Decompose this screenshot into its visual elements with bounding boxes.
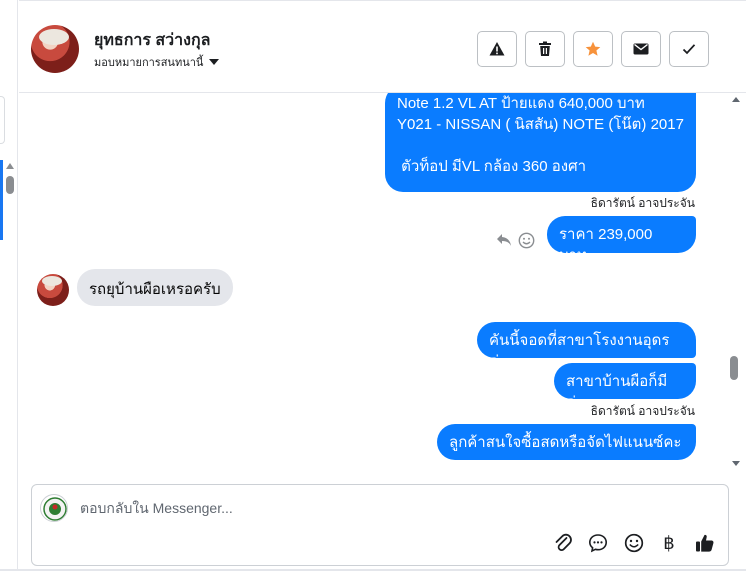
emoji-icon	[624, 533, 644, 553]
contact-avatar-small[interactable]	[37, 274, 69, 306]
sender-name: ธิดารัตน์ อาจประจัน	[590, 404, 695, 418]
emoji-button[interactable]	[622, 531, 646, 555]
scrollbar-thumb[interactable]	[730, 356, 738, 380]
page-avatar	[40, 494, 68, 522]
contact-avatar[interactable]	[31, 25, 79, 73]
reply-input[interactable]	[78, 495, 678, 521]
react-emoji-icon[interactable]	[518, 232, 535, 249]
caret-down-icon	[209, 59, 220, 65]
message-bubble-outgoing[interactable]: ลูกค้าสนใจซื้อสดหรือจัดไฟแนนซ์คะ	[437, 424, 696, 460]
sender-name: ธิดารัตน์ อาจประจัน	[590, 196, 695, 210]
contact-name[interactable]: ยุทธการ สว่างกุล	[94, 28, 210, 53]
message-bubble-outgoing[interactable]: สาขาบ้านผือก็มีค่ะ	[554, 363, 696, 411]
message-bubble-outgoing[interactable]: คันนี้จอดที่สาขาโรงงานอุดรค่ะ	[477, 322, 696, 370]
message-thread: Note 1.2 VL AT ป้ายแดง 640,000 บาท Y021 …	[19, 93, 727, 475]
reply-icon[interactable]	[496, 233, 512, 247]
reply-composer: ฿	[31, 484, 729, 566]
scroll-down-arrow-icon[interactable]	[732, 461, 740, 466]
saved-replies-button[interactable]	[586, 531, 610, 555]
active-indicator	[0, 160, 3, 240]
star-icon	[585, 41, 601, 56]
message-bubble-outgoing[interactable]: ราคา 239,000 บาท	[547, 216, 696, 264]
conversation-header: ยุทธการ สว่างกุล มอบหมายการสนทนานี้	[19, 0, 746, 93]
check-icon	[682, 44, 696, 55]
attach-file-button[interactable]	[551, 531, 575, 555]
message-bubble-outgoing[interactable]: Note 1.2 VL AT ป้ายแดง 640,000 บาท Y021 …	[385, 93, 696, 192]
page-logo-icon	[43, 497, 67, 521]
assign-label: มอบหมายการสนทนานี้	[94, 57, 204, 69]
mark-spam-button[interactable]	[477, 31, 517, 67]
payment-button[interactable]: ฿	[657, 531, 681, 555]
scroll-up-arrow-icon[interactable]	[732, 97, 740, 102]
mark-unread-button[interactable]	[621, 31, 661, 67]
delete-button[interactable]	[525, 31, 565, 67]
chat-bubble-icon	[588, 534, 608, 553]
star-button[interactable]	[573, 31, 613, 67]
baht-icon: ฿	[663, 532, 675, 553]
message-bubble-incoming[interactable]: รถยุบ้านผือเหรอครับ	[77, 269, 233, 306]
mark-done-button[interactable]	[669, 31, 709, 67]
trash-icon	[539, 41, 551, 56]
left-scrollbar-thumb[interactable]	[6, 176, 14, 194]
chat-scrollbar[interactable]	[727, 93, 746, 475]
envelope-icon	[633, 43, 649, 55]
collapsed-panel-tab[interactable]	[0, 96, 5, 144]
assign-conversation-dropdown[interactable]: มอบหมายการสนทนานี้	[94, 53, 220, 71]
thumbs-up-icon	[696, 534, 714, 552]
warning-icon	[489, 42, 505, 56]
scroll-up-arrow-icon[interactable]	[6, 163, 14, 169]
left-panel-edge	[0, 0, 18, 571]
paperclip-icon	[555, 533, 572, 551]
send-like-button[interactable]	[693, 531, 717, 555]
